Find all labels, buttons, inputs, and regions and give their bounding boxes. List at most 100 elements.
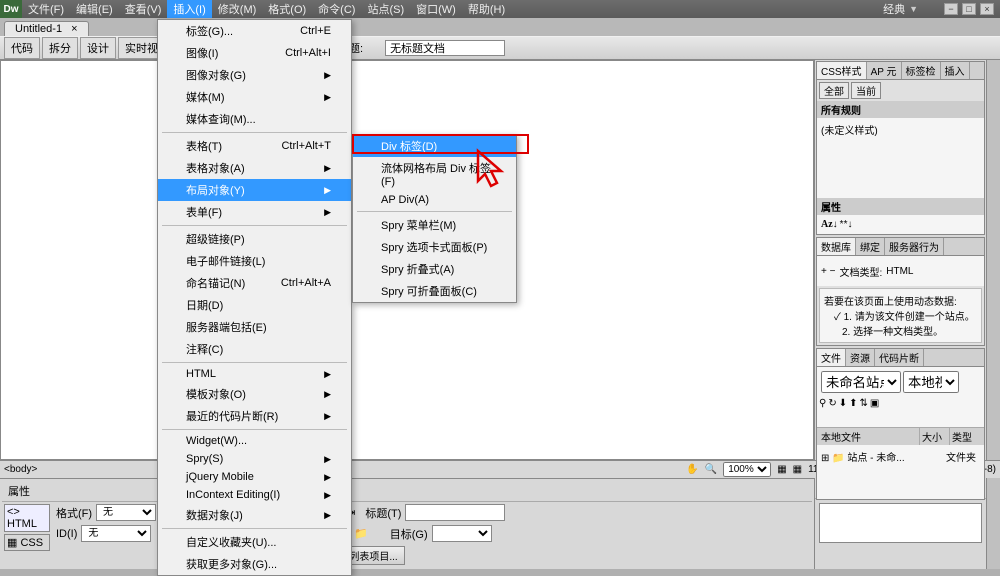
- menu-item[interactable]: 媒体查询(M)...: [158, 108, 351, 130]
- view-select[interactable]: 本地视图: [903, 371, 959, 393]
- workspace-label[interactable]: 经典: [883, 1, 905, 17]
- tab-server-behaviors[interactable]: 服务器行为: [885, 238, 944, 255]
- site-select[interactable]: 未命名站点 8: [821, 371, 901, 393]
- properties-panel: 属性 <> HTML ▦ CSS 格式(F) 无 类 无 B I ≡ ≡ ⇤ ⇥: [0, 478, 814, 569]
- menu-item[interactable]: 最近的代码片断(R)▶: [158, 405, 351, 427]
- menu-item[interactable]: 超级链接(P): [158, 228, 351, 250]
- menu-item[interactable]: 电子邮件链接(L): [158, 250, 351, 272]
- menu-modify[interactable]: 修改(M): [212, 0, 263, 18]
- design-view-button[interactable]: 设计: [80, 37, 116, 59]
- tag-selector[interactable]: <body>: [4, 464, 37, 475]
- tab-files[interactable]: 文件: [817, 349, 846, 366]
- cat-sort-icon[interactable]: **↓: [840, 219, 853, 230]
- menubar: Dw 文件(F) 编辑(E) 查看(V) 插入(I) 修改(M) 格式(O) 命…: [0, 0, 1000, 18]
- submenu-item[interactable]: AP Div(A): [353, 191, 516, 209]
- collapse-dock[interactable]: [986, 60, 1000, 460]
- tab-databases[interactable]: 数据库: [817, 238, 856, 255]
- format-select[interactable]: 无: [96, 504, 156, 521]
- submenu-item[interactable]: Spry 菜单栏(M): [353, 214, 516, 236]
- menu-item[interactable]: jQuery Mobile▶: [158, 468, 351, 486]
- menu-item[interactable]: 表格对象(A)▶: [158, 157, 351, 179]
- css-all-button[interactable]: 全部: [819, 82, 849, 99]
- menu-view[interactable]: 查看(V): [119, 0, 168, 18]
- menu-file[interactable]: 文件(F): [22, 0, 70, 18]
- menu-item[interactable]: 图像(I)Ctrl+Alt+I: [158, 42, 351, 64]
- tab-insert[interactable]: 插入: [941, 62, 970, 79]
- prop-title-input[interactable]: [405, 504, 505, 521]
- submenu-item[interactable]: 流体网格布局 Div 标签(F): [353, 157, 516, 191]
- menu-item[interactable]: 自定义收藏夹(U)...: [158, 531, 351, 553]
- menu-item[interactable]: 图像对象(G)▶: [158, 64, 351, 86]
- tab-css-styles[interactable]: CSS样式: [817, 62, 867, 79]
- menu-help[interactable]: 帮助(H): [462, 0, 511, 18]
- dyn-hint: 若要在该页面上使用动态数据:: [824, 293, 977, 308]
- doc-tabs: Untitled-1 ×: [0, 18, 1000, 36]
- menu-commands[interactable]: 命令(C): [312, 0, 361, 18]
- az-sort-icon[interactable]: Az↓: [821, 219, 838, 230]
- css-current-button[interactable]: 当前: [851, 82, 881, 99]
- minimize-button[interactable]: −: [944, 3, 958, 15]
- menu-item[interactable]: Widget(W)...: [158, 432, 351, 450]
- insert-menu: 标签(G)...Ctrl+E图像(I)Ctrl+Alt+I图像对象(G)▶媒体(…: [157, 19, 352, 576]
- menu-item[interactable]: Spry(S)▶: [158, 450, 351, 468]
- menu-item[interactable]: 布局对象(Y)▶: [158, 179, 351, 201]
- menu-site[interactable]: 站点(S): [361, 0, 410, 18]
- menu-item[interactable]: 标签(G)...Ctrl+E: [158, 20, 351, 42]
- submenu-item[interactable]: Spry 可折叠面板(C): [353, 280, 516, 302]
- menu-item[interactable]: 数据对象(J)▶: [158, 504, 351, 526]
- properties-header: 属性: [817, 198, 984, 215]
- properties-header: 属性: [2, 481, 812, 502]
- tree-site[interactable]: 站点 - 未命...: [847, 453, 904, 464]
- split-view-button[interactable]: 拆分: [42, 37, 78, 59]
- put-icon[interactable]: ⬆: [849, 398, 857, 426]
- target-select[interactable]: [432, 525, 492, 542]
- get-icon[interactable]: ⬇: [839, 398, 847, 426]
- all-rules-header: 所有规则: [817, 101, 984, 118]
- submenu-item[interactable]: Div 标签(D): [353, 135, 516, 157]
- doc-tab[interactable]: Untitled-1 ×: [4, 21, 89, 36]
- css-mode-button[interactable]: ▦ CSS: [4, 534, 50, 551]
- menu-item[interactable]: 命名锚记(N)Ctrl+Alt+A: [158, 272, 351, 294]
- doc-tab-close-icon[interactable]: ×: [71, 23, 77, 35]
- db-panel: 数据库 绑定 服务器行为 + − 文档类型: HTML 若要在该页面上使用动态数…: [816, 237, 985, 346]
- connect-icon[interactable]: ⚲: [819, 398, 826, 426]
- id-select[interactable]: 无: [81, 525, 151, 542]
- title-input[interactable]: [385, 40, 505, 56]
- menu-item[interactable]: 日期(D): [158, 294, 351, 316]
- collapse-dock-2[interactable]: [986, 478, 1000, 569]
- menu-item[interactable]: 获取更多对象(G)...: [158, 553, 351, 575]
- expand-icon[interactable]: ▣: [870, 398, 879, 426]
- hand-tool-icon[interactable]: ✋: [686, 464, 698, 475]
- tab-ap-elements[interactable]: AP 元: [867, 62, 902, 79]
- add-db-icon[interactable]: + −: [821, 266, 835, 277]
- tab-assets[interactable]: 资源: [846, 349, 875, 366]
- tab-tag-inspector[interactable]: 标签检: [902, 62, 941, 79]
- menu-insert[interactable]: 插入(I): [167, 0, 211, 18]
- html-mode-button[interactable]: <> HTML: [4, 504, 50, 532]
- refresh-icon[interactable]: ↻: [828, 398, 836, 426]
- prop-title-label: 标题(T): [365, 505, 401, 521]
- menu-format[interactable]: 格式(O): [262, 0, 312, 18]
- menu-item[interactable]: InContext Editing(I)▶: [158, 486, 351, 504]
- menu-item[interactable]: 媒体(M)▶: [158, 86, 351, 108]
- menu-item[interactable]: 注释(C): [158, 338, 351, 360]
- menu-item[interactable]: 表单(F)▶: [158, 201, 351, 223]
- submenu-item[interactable]: Spry 折叠式(A): [353, 258, 516, 280]
- menu-item[interactable]: 服务器端包括(E): [158, 316, 351, 338]
- code-view-button[interactable]: 代码: [4, 37, 40, 59]
- menu-window[interactable]: 窗口(W): [410, 0, 462, 18]
- zoom-select[interactable]: 100%: [723, 462, 771, 477]
- close-button[interactable]: ×: [980, 3, 994, 15]
- menu-item[interactable]: 表格(T)Ctrl+Alt+T: [158, 135, 351, 157]
- maximize-button[interactable]: □: [962, 3, 976, 15]
- tab-bindings[interactable]: 绑定: [856, 238, 885, 255]
- submenu-item[interactable]: Spry 选项卡式面板(P): [353, 236, 516, 258]
- link-folder-icon[interactable]: 📁: [354, 527, 368, 540]
- menu-edit[interactable]: 编辑(E): [70, 0, 119, 18]
- sync-icon[interactable]: ⇅: [860, 398, 868, 426]
- tab-snippets[interactable]: 代码片断: [875, 349, 924, 366]
- menu-item[interactable]: 模板对象(O)▶: [158, 383, 351, 405]
- menu-item[interactable]: HTML▶: [158, 365, 351, 383]
- zoom-tool-icon[interactable]: 🔍: [705, 464, 717, 475]
- workspace-dropdown-icon[interactable]: ▼: [909, 4, 918, 14]
